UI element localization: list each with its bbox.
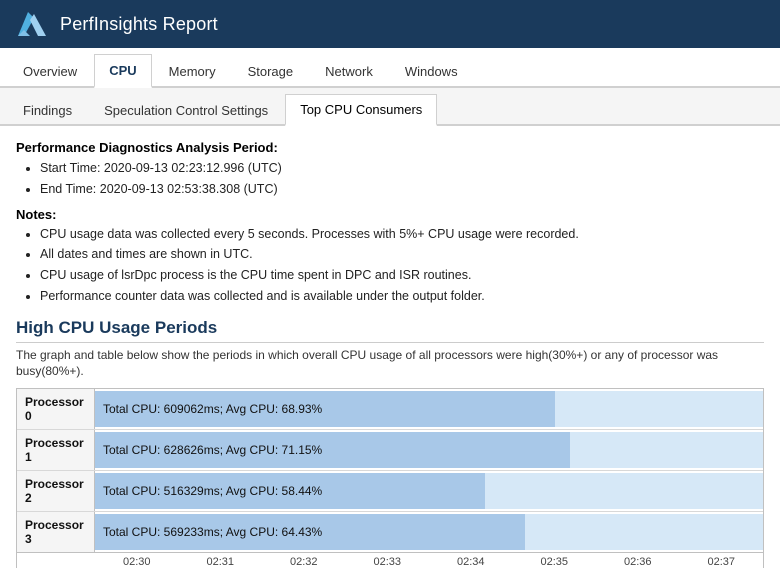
end-time: End Time: 2020-09-13 02:53:38.308 (UTC): [40, 180, 764, 199]
processor-row: Processor 2Total CPU: 516329ms; Avg CPU:…: [17, 471, 763, 512]
time-label: 02:35: [513, 553, 597, 568]
processor-chart: Processor 0Total CPU: 609062ms; Avg CPU:…: [16, 388, 764, 568]
processor-bar-area: Total CPU: 516329ms; Avg CPU: 58.44%: [95, 473, 763, 509]
notes-label: Notes:: [16, 207, 764, 222]
analysis-period-list: Start Time: 2020-09-13 02:23:12.996 (UTC…: [40, 159, 764, 199]
time-label: 02:33: [346, 553, 430, 568]
time-label: 02:32: [262, 553, 346, 568]
processor-label: Processor 3: [17, 512, 95, 552]
app-title: PerfInsights Report: [60, 14, 218, 35]
time-label: 02:34: [429, 553, 513, 568]
time-axis: 02:3002:3102:3202:3302:3402:3502:3602:37: [17, 552, 763, 568]
tab-network[interactable]: Network: [310, 54, 388, 88]
time-label: 02:37: [680, 553, 764, 568]
time-label: 02:30: [95, 553, 179, 568]
azure-logo-icon: [16, 8, 48, 40]
processor-bar-area: Total CPU: 628626ms; Avg CPU: 71.15%: [95, 432, 763, 468]
note-3: CPU usage of lsrDpc process is the CPU t…: [40, 266, 764, 285]
tab-top-cpu-consumers[interactable]: Top CPU Consumers: [285, 94, 437, 126]
note-4: Performance counter data was collected a…: [40, 287, 764, 306]
tab-speculation-control[interactable]: Speculation Control Settings: [89, 94, 283, 126]
processor-text: Total CPU: 628626ms; Avg CPU: 71.15%: [95, 443, 322, 457]
processor-bar-area: Total CPU: 609062ms; Avg CPU: 68.93%: [95, 391, 763, 427]
analysis-period-label: Performance Diagnostics Analysis Period:: [16, 140, 764, 155]
processor-label: Processor 1: [17, 430, 95, 470]
time-label: 02:36: [596, 553, 680, 568]
processor-bar-area: Total CPU: 569233ms; Avg CPU: 64.43%: [95, 514, 763, 550]
time-label: 02:31: [179, 553, 263, 568]
processor-text: Total CPU: 569233ms; Avg CPU: 64.43%: [95, 525, 322, 539]
tab-findings[interactable]: Findings: [8, 94, 87, 126]
tab-overview[interactable]: Overview: [8, 54, 92, 88]
start-time: Start Time: 2020-09-13 02:23:12.996 (UTC…: [40, 159, 764, 178]
high-cpu-description: The graph and table below show the perio…: [16, 347, 764, 381]
main-content: Performance Diagnostics Analysis Period:…: [0, 126, 780, 568]
processor-text: Total CPU: 609062ms; Avg CPU: 68.93%: [95, 402, 322, 416]
tab-memory[interactable]: Memory: [154, 54, 231, 88]
tab-storage[interactable]: Storage: [233, 54, 309, 88]
note-1: CPU usage data was collected every 5 sec…: [40, 225, 764, 244]
processor-row: Processor 1Total CPU: 628626ms; Avg CPU:…: [17, 430, 763, 471]
tab-cpu[interactable]: CPU: [94, 54, 151, 88]
tab-windows[interactable]: Windows: [390, 54, 473, 88]
main-tab-bar: Overview CPU Memory Storage Network Wind…: [0, 48, 780, 88]
note-2: All dates and times are shown in UTC.: [40, 245, 764, 264]
sub-tab-bar: Findings Speculation Control Settings To…: [0, 88, 780, 126]
processor-row: Processor 0Total CPU: 609062ms; Avg CPU:…: [17, 389, 763, 430]
high-cpu-title: High CPU Usage Periods: [16, 318, 764, 343]
processor-label: Processor 0: [17, 389, 95, 429]
processor-label: Processor 2: [17, 471, 95, 511]
notes-list: CPU usage data was collected every 5 sec…: [40, 225, 764, 306]
processor-row: Processor 3Total CPU: 569233ms; Avg CPU:…: [17, 512, 763, 552]
app-header: PerfInsights Report: [0, 0, 780, 48]
processor-text: Total CPU: 516329ms; Avg CPU: 58.44%: [95, 484, 322, 498]
